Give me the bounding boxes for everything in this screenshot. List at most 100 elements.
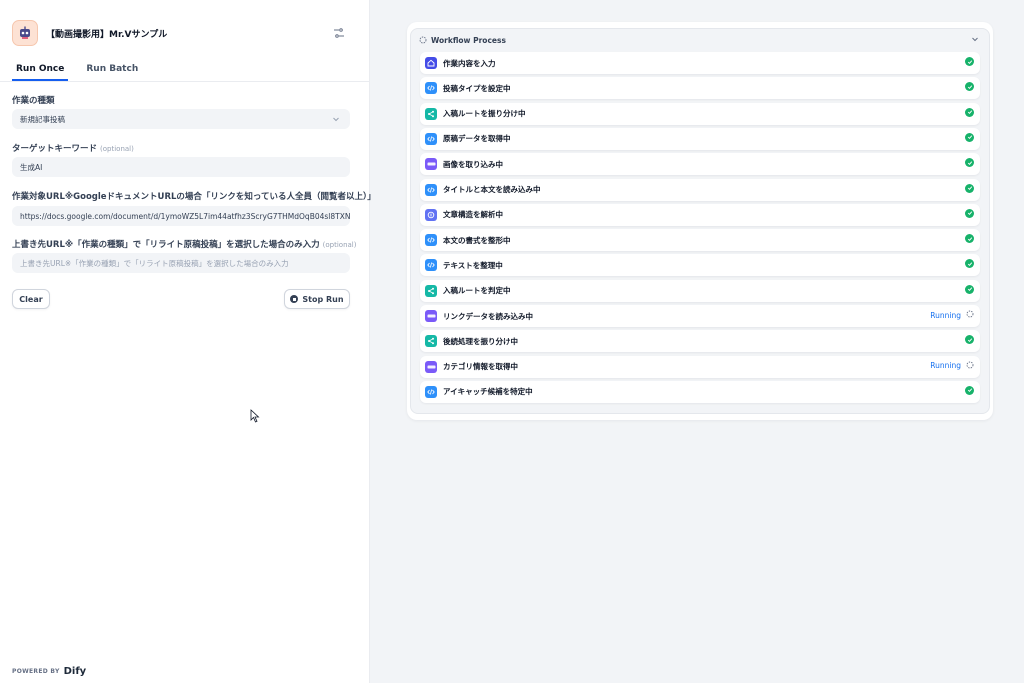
- keyword-input[interactable]: 生成AI: [12, 157, 350, 177]
- check-circle-icon: [965, 259, 974, 269]
- check-circle-icon: [965, 385, 974, 395]
- keyword-optional-hint: (optional): [100, 145, 134, 153]
- code-icon: [425, 385, 437, 398]
- source-url-label-text: 作業対象URL※GoogleドキュメントURLの場合「リンクを知っている人全員（…: [12, 192, 376, 202]
- check-circle-icon: [965, 284, 974, 294]
- spinner-icon: [966, 361, 974, 371]
- check-circle-icon: [965, 132, 974, 142]
- api-icon: [425, 158, 437, 171]
- clear-button[interactable]: Clear: [12, 289, 50, 309]
- workflow-node-status: [965, 385, 974, 395]
- app-header: 【動画撮影用】Mr.Vサンプル: [12, 20, 349, 46]
- mouse-cursor-icon: [250, 409, 260, 423]
- check-circle-icon: [965, 208, 974, 218]
- workflow-node-status: [965, 57, 974, 66]
- workflow-node[interactable]: 作業内容を入力: [420, 52, 980, 74]
- source-url-input[interactable]: https://docs.google.com/document/d/1ymoW…: [12, 206, 350, 226]
- dify-logo[interactable]: Dify: [64, 666, 87, 677]
- workflow-node-status: Running: [930, 361, 974, 371]
- source-url-label: 作業対象URL※GoogleドキュメントURLの場合「リンクを知っている人全員（…: [12, 190, 376, 202]
- type-select-value: 新規記事投稿: [20, 114, 65, 124]
- check-circle-icon: [965, 107, 974, 117]
- workflow-node[interactable]: カテゴリ情報を取得中 Running: [420, 355, 980, 378]
- workflow-node[interactable]: 入稿ルートを振り分け中: [420, 102, 980, 125]
- code-icon: [425, 82, 437, 95]
- chevron-down-icon: [333, 117, 339, 122]
- workflow-node-status: [965, 335, 974, 345]
- check-circle-icon: [965, 57, 974, 66]
- workflow-node-status: [965, 208, 974, 218]
- workflow-node-name: 投稿タイプを設定中: [443, 83, 511, 93]
- spinner-icon: [419, 36, 427, 44]
- branch-icon: [425, 335, 437, 348]
- code-icon: [425, 234, 437, 247]
- llm-icon: [425, 208, 437, 221]
- type-label: 作業の種類: [12, 94, 55, 106]
- workflow-node-status: [965, 183, 974, 193]
- check-circle-icon: [965, 82, 974, 92]
- workflow-node-name: 入稿ルートを判定中: [443, 286, 511, 296]
- workflow-node[interactable]: 原稿データを取得中: [420, 127, 980, 150]
- workflow-node[interactable]: リンクデータを読み込み中 Running: [420, 305, 980, 327]
- tab-run-batch[interactable]: Run Batch: [82, 60, 142, 81]
- check-circle-icon: [965, 183, 974, 193]
- workflow-header[interactable]: Workflow Process: [419, 33, 981, 47]
- workflow-node-name: 文章構造を解析中: [443, 210, 503, 220]
- robot-icon: [12, 20, 38, 46]
- workflow-node[interactable]: 投稿タイプを設定中: [420, 77, 980, 100]
- workflow-node[interactable]: アイキャッチ候補を特定中: [420, 380, 980, 403]
- workflow-node[interactable]: 文章構造を解析中: [420, 203, 980, 226]
- workflow-node-name: カテゴリ情報を取得中: [443, 362, 518, 372]
- chevron-down-icon[interactable]: [971, 35, 979, 43]
- workflow-node-name: 原稿データを取得中: [443, 134, 511, 144]
- workflow-node-status: [965, 234, 974, 244]
- home-icon: [425, 57, 437, 69]
- workflow-node-status: [965, 158, 974, 168]
- workflow-node-name: 作業内容を入力: [443, 58, 496, 68]
- spinner-icon: [966, 310, 974, 320]
- workflow-node-status: [965, 82, 974, 92]
- overwrite-url-placeholder: 上書き先URL※「作業の種類」で「リライト原稿投稿」を選択した場合のみ入力: [20, 258, 289, 268]
- overwrite-url-label: 上書き先URL※「作業の種類」で「リライト原稿投稿」を選択した場合のみ入力 (op…: [12, 238, 356, 250]
- workflow-node-status: [965, 107, 974, 117]
- workflow-node-name: タイトルと本文を読み込み中: [443, 185, 541, 194]
- workflow-node[interactable]: タイトルと本文を読み込み中: [420, 178, 980, 201]
- workflow-node-status: [965, 284, 974, 294]
- workflow-node[interactable]: 後続処理を振り分け中: [420, 330, 980, 353]
- workflow-node-status: [965, 259, 974, 269]
- keyword-input-value: 生成AI: [20, 162, 43, 172]
- workflow-title: Workflow Process: [431, 35, 506, 45]
- workflow-node-status: Running: [930, 310, 974, 320]
- workflow-node[interactable]: 入稿ルートを判定中: [420, 279, 980, 302]
- code-icon: [425, 183, 437, 196]
- input-panel: 【動画撮影用】Mr.Vサンプル Run Once Run Batch 作業の種類…: [0, 0, 376, 683]
- overwrite-url-input[interactable]: 上書き先URL※「作業の種類」で「リライト原稿投稿」を選択した場合のみ入力: [12, 253, 350, 273]
- running-label: Running: [930, 361, 961, 371]
- check-circle-icon: [965, 158, 974, 168]
- keyword-label: ターゲットキーワード (optional): [12, 142, 134, 154]
- workflow-node[interactable]: 画像を取り込み中: [420, 153, 980, 176]
- overwrite-url-label-text: 上書き先URL※「作業の種類」で「リライト原稿投稿」を選択した場合のみ入力: [12, 240, 320, 250]
- check-circle-icon: [965, 335, 974, 345]
- stop-run-button[interactable]: Stop Run: [284, 289, 350, 309]
- workflow-node-name: 後続処理を振り分け中: [443, 336, 518, 346]
- branch-icon: [425, 284, 437, 297]
- powered-by-text: POWERED BY: [12, 668, 60, 675]
- workflow-node-name: アイキャッチ候補を特定中: [443, 387, 533, 397]
- run-tabs: Run Once Run Batch: [0, 60, 369, 82]
- source-url-value: https://docs.google.com/document/d/1ymoW…: [20, 211, 350, 221]
- powered-by-footer: POWERED BY Dify: [12, 666, 86, 677]
- tab-run-once[interactable]: Run Once: [12, 60, 69, 81]
- workflow-node-name: 画像を取り込み中: [443, 159, 503, 169]
- workflow-process-panel: Workflow Process 作業内容を入力投稿タイプを設定中入稿ルートを振…: [410, 28, 990, 414]
- api-icon: [425, 310, 437, 322]
- settings-icon[interactable]: [331, 25, 347, 41]
- workflow-node-name: 本文の書式を整形中: [443, 235, 511, 245]
- type-select[interactable]: 新規記事投稿: [12, 109, 350, 129]
- keyword-label-text: ターゲットキーワード: [12, 144, 98, 154]
- branch-icon: [425, 107, 437, 120]
- app-title: 【動画撮影用】Mr.Vサンプル: [46, 29, 168, 40]
- workflow-node[interactable]: テキストを整理中: [420, 254, 980, 277]
- code-icon: [425, 259, 437, 272]
- workflow-node[interactable]: 本文の書式を整形中: [420, 229, 980, 252]
